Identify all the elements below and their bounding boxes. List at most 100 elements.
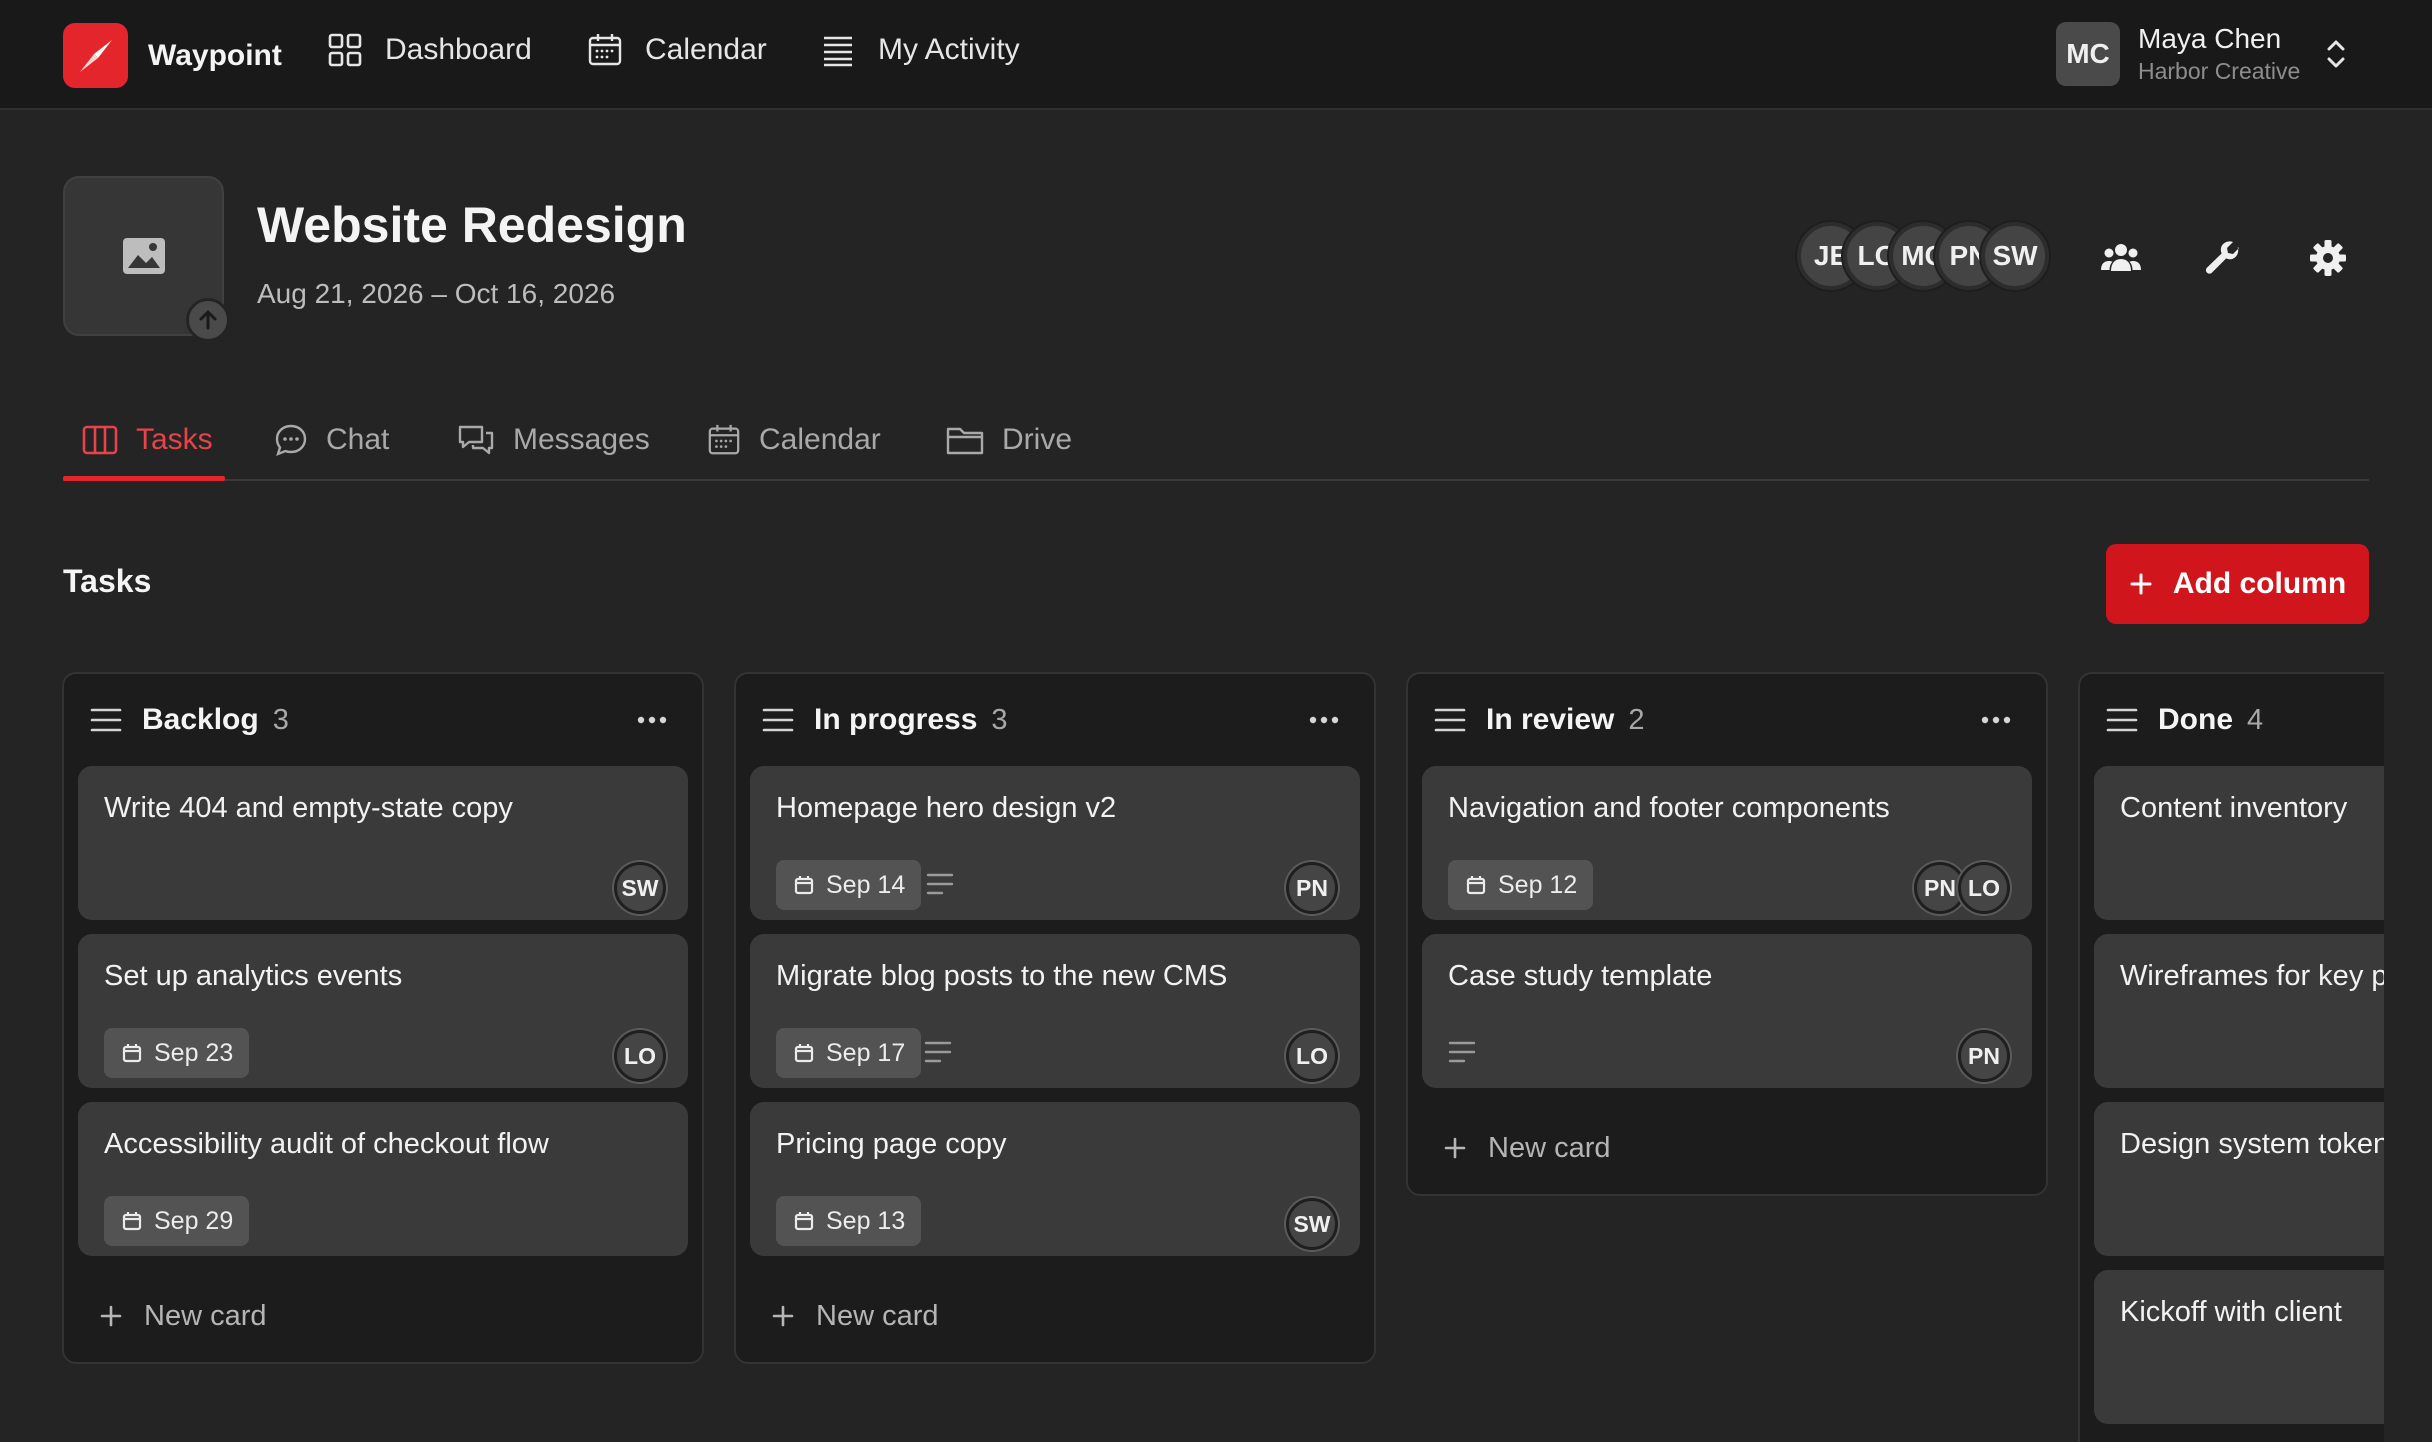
plus-icon	[100, 1305, 122, 1327]
drag-handle-icon[interactable]	[762, 707, 794, 733]
more-options-icon[interactable]	[1976, 706, 2016, 734]
column-name: In progress	[814, 703, 978, 736]
calendar-icon	[588, 34, 622, 66]
task-card[interactable]: Kickoff with client	[2094, 1270, 2384, 1424]
tab-chat-label: Chat	[326, 423, 390, 456]
column-name: Backlog	[142, 703, 259, 736]
due-date-badge[interactable]: Sep 12	[1448, 860, 1594, 910]
card-title: Migrate blog posts to the new CMS	[776, 960, 1228, 992]
brand[interactable]: Waypoint	[63, 23, 282, 88]
due-date-label: Sep 13	[826, 1206, 906, 1235]
column-in-progress: In progress 3 Homepage hero design v2 Se…	[734, 672, 1376, 1364]
column-header: In review 2	[1408, 674, 2046, 766]
tab-calendar[interactable]: Calendar	[707, 423, 881, 457]
card-title: Design system tokens	[2120, 1128, 2384, 1160]
tab-chat[interactable]: Chat	[274, 423, 389, 457]
tab-tasks[interactable]: Tasks	[82, 423, 213, 457]
task-card[interactable]: Wireframes for key pages	[2094, 934, 2384, 1088]
top-navigation: Waypoint Dashboard Calendar My Activity …	[0, 0, 2432, 110]
description-icon	[926, 873, 954, 895]
project-dates: Aug 21, 2026 – Oct 16, 2026	[257, 278, 616, 309]
integrations-button[interactable]	[2196, 230, 2252, 286]
members-button[interactable]	[2093, 230, 2149, 286]
kanban-icon	[82, 425, 118, 455]
new-card-button[interactable]: New card	[64, 1270, 702, 1362]
column-in-review: In review 2 Navigation and footer compon…	[1406, 672, 2048, 1196]
card-title: Navigation and footer components	[1448, 792, 1890, 824]
task-card[interactable]: Set up analytics events Sep 23 LO	[78, 934, 688, 1088]
column-backlog: Backlog 3 Write 404 and empty-state copy…	[62, 672, 704, 1364]
task-card[interactable]: Navigation and footer components Sep 12 …	[1422, 766, 2032, 920]
nav-dashboard-label: Dashboard	[385, 33, 532, 66]
settings-button[interactable]	[2300, 230, 2356, 286]
task-card[interactable]: Case study template PN	[1422, 934, 2032, 1088]
due-date-badge[interactable]: Sep 23	[104, 1028, 250, 1078]
due-date-label: Sep 23	[154, 1038, 234, 1067]
folder-icon	[946, 427, 984, 455]
task-card[interactable]: Migrate blog posts to the new CMS Sep 17…	[750, 934, 1360, 1088]
assignee-avatar[interactable]: LO	[1958, 862, 2010, 914]
assignee-avatar[interactable]: SW	[1286, 1198, 1338, 1250]
task-card[interactable]: Accessibility audit of checkout flow Sep…	[78, 1102, 688, 1256]
drag-handle-icon[interactable]	[2106, 707, 2138, 733]
calendar-icon	[794, 1044, 814, 1063]
member-avatars[interactable]: JE LO MC PN SW	[1797, 222, 2059, 290]
column-done: Done 4 Content inventory Wireframes for …	[2078, 672, 2384, 1442]
add-column-button[interactable]: Add column	[2106, 544, 2369, 624]
due-date-label: Sep 12	[1498, 870, 1578, 899]
due-date-badge[interactable]: Sep 14	[776, 860, 922, 910]
nav-my-activity[interactable]: My Activity	[820, 32, 1020, 68]
assignee-avatar[interactable]: PN	[1958, 1030, 2010, 1082]
new-card-label: New card	[816, 1299, 939, 1332]
nav-dashboard[interactable]: Dashboard	[327, 32, 532, 68]
due-date-badge[interactable]: Sep 29	[104, 1196, 250, 1246]
assignee-avatar[interactable]: PN	[1286, 862, 1338, 914]
grid-icon	[328, 33, 362, 67]
calendar-icon	[708, 424, 740, 455]
tab-drive[interactable]: Drive	[946, 423, 1072, 457]
card-title: Kickoff with client	[2120, 1296, 2342, 1328]
column-count: 2	[1628, 703, 1645, 736]
tab-messages[interactable]: Messages	[457, 423, 650, 457]
task-card[interactable]: Design system tokens	[2094, 1102, 2384, 1256]
assignee-avatar[interactable]: LO	[614, 1030, 666, 1082]
chat-bubble-icon	[275, 424, 307, 457]
task-card[interactable]: Write 404 and empty-state copy SW	[78, 766, 688, 920]
drag-handle-icon[interactable]	[1434, 707, 1466, 733]
due-date-badge[interactable]: Sep 13	[776, 1196, 922, 1246]
plus-icon	[1444, 1137, 1466, 1159]
assignee-avatar[interactable]: LO	[1286, 1030, 1338, 1082]
assignee-avatar[interactable]: SW	[614, 862, 666, 914]
card-title: Write 404 and empty-state copy	[104, 792, 513, 824]
column-count: 4	[2247, 703, 2264, 736]
avatar: MC	[2056, 22, 2120, 86]
user-name: Maya Chen	[2138, 22, 2282, 54]
calendar-icon	[122, 1212, 142, 1231]
due-date-badge[interactable]: Sep 17	[776, 1028, 922, 1078]
users-icon	[2101, 244, 2141, 271]
active-tab-indicator	[63, 476, 225, 481]
card-title: Homepage hero design v2	[776, 792, 1117, 824]
new-card-button[interactable]: New card	[736, 1270, 1374, 1362]
section-title: Tasks	[63, 563, 152, 599]
chevron-up-down-icon	[2327, 40, 2345, 68]
tab-tasks-label: Tasks	[136, 423, 213, 456]
more-options-icon[interactable]	[1304, 706, 1344, 734]
new-card-button[interactable]: New card	[1408, 1102, 2046, 1194]
upload-cover-button[interactable]	[186, 298, 230, 342]
nav-my-activity-label: My Activity	[878, 33, 1020, 66]
account-switcher[interactable]: MC Maya Chen Harbor Creative	[2056, 22, 2348, 86]
nav-calendar[interactable]: Calendar	[587, 32, 767, 68]
column-count: 3	[272, 703, 289, 736]
member-avatar[interactable]: SW	[1981, 222, 2049, 290]
task-card[interactable]: Content inventory	[2094, 766, 2384, 920]
task-card[interactable]: Homepage hero design v2 Sep 14 PN	[750, 766, 1360, 920]
description-icon	[1448, 1041, 1476, 1063]
new-card-label: New card	[1488, 1131, 1611, 1164]
task-card[interactable]: Pricing page copy Sep 13 SW	[750, 1102, 1360, 1256]
kanban-board: Backlog 3 Write 404 and empty-state copy…	[0, 670, 2384, 1442]
more-options-icon[interactable]	[632, 706, 672, 734]
calendar-icon	[1466, 876, 1486, 895]
drag-handle-icon[interactable]	[90, 707, 122, 733]
nav-calendar-label: Calendar	[645, 33, 767, 66]
